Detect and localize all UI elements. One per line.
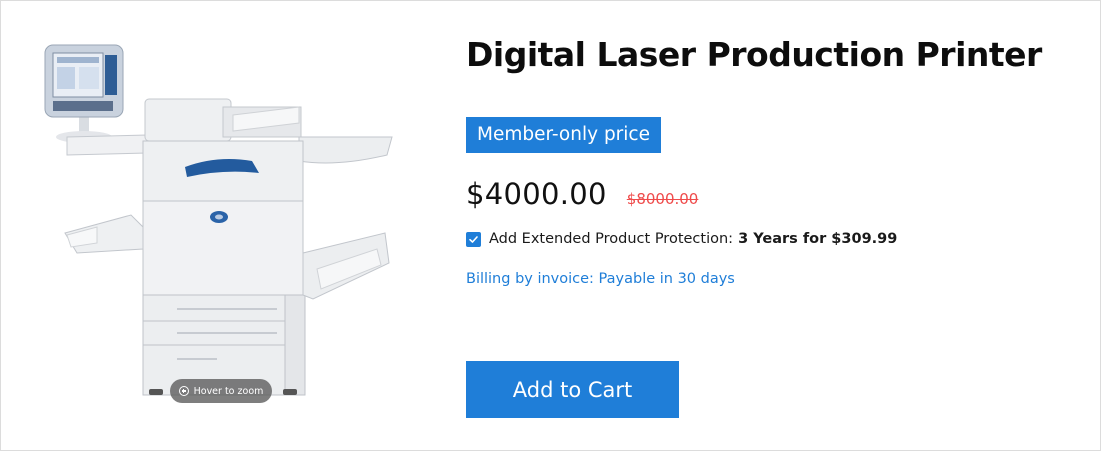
current-price: $4000.00	[466, 177, 607, 211]
printer-illustration	[44, 44, 393, 396]
zoom-in-icon	[178, 386, 189, 396]
member-price-badge: Member-only price	[466, 117, 661, 153]
product-details: Digital Laser Production Printer Member-…	[466, 33, 1086, 418]
protection-checkbox[interactable]	[466, 231, 481, 247]
hover-to-zoom-hint: Hover to zoom	[170, 379, 272, 403]
product-card: Hover to zoom Digital Laser Production P…	[0, 0, 1101, 451]
protection-label: Add Extended Product Protection:	[489, 231, 734, 247]
zoom-hint-label: Hover to zoom	[193, 385, 264, 397]
price-row: $4000.00 $8000.00	[466, 177, 1086, 211]
billing-note: Billing by invoice: Payable in 30 days	[466, 271, 735, 287]
protection-offer: 3 Years for $309.99	[738, 231, 898, 247]
add-to-cart-button[interactable]: Add to Cart	[466, 361, 679, 418]
product-title: Digital Laser Production Printer	[466, 35, 1042, 74]
original-price: $8000.00	[626, 190, 699, 208]
checkmark-icon	[469, 235, 478, 243]
product-image[interactable]: Hover to zoom	[37, 37, 407, 407]
extended-protection-option[interactable]: Add Extended Product Protection: 3 Years…	[466, 231, 1086, 247]
